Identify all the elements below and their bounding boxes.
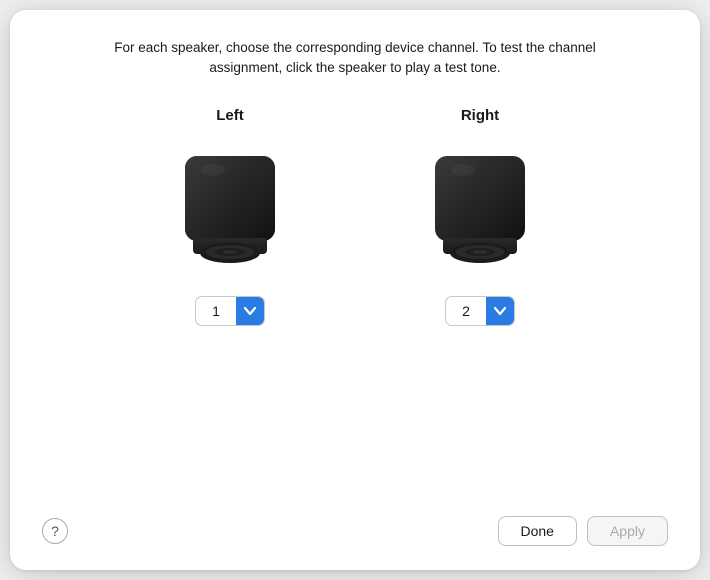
left-chevron-down-icon — [243, 306, 257, 316]
left-speaker-icon[interactable] — [175, 148, 285, 278]
right-channel-dropdown-btn[interactable] — [486, 297, 514, 325]
left-speaker-label: Left — [216, 107, 244, 124]
speaker-channel-dialog: For each speaker, choose the correspondi… — [10, 10, 700, 570]
left-channel-value: 1 — [196, 303, 236, 319]
done-button[interactable]: Done — [498, 516, 577, 546]
footer-buttons: Done Apply — [498, 516, 669, 546]
right-channel-value: 2 — [446, 303, 486, 319]
instruction-text: For each speaker, choose the correspondi… — [42, 38, 668, 79]
footer: ? Done Apply — [42, 506, 668, 546]
apply-button[interactable]: Apply — [587, 516, 668, 546]
right-speaker-col: Right — [425, 107, 535, 326]
right-channel-select[interactable]: 2 — [445, 296, 515, 326]
right-speaker-icon[interactable] — [425, 148, 535, 278]
help-button[interactable]: ? — [42, 518, 68, 544]
left-speaker-col: Left — [175, 107, 285, 326]
right-chevron-down-icon — [493, 306, 507, 316]
speakers-row: Left — [42, 107, 668, 507]
left-channel-select[interactable]: 1 — [195, 296, 265, 326]
right-speaker-label: Right — [461, 107, 499, 124]
left-channel-dropdown-btn[interactable] — [236, 297, 264, 325]
